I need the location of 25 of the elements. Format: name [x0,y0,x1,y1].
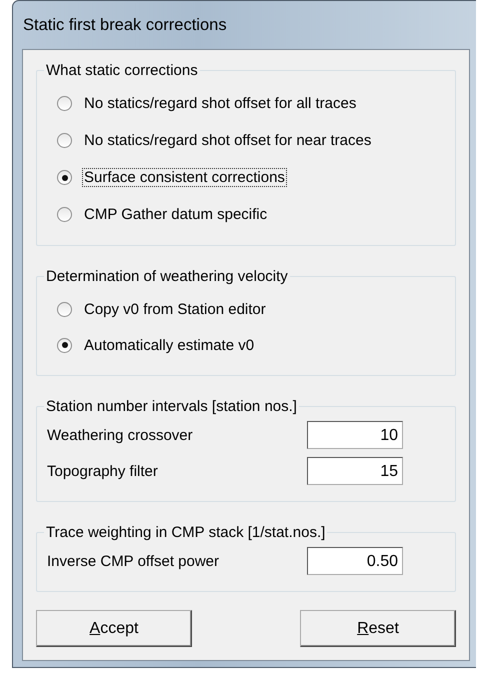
group-title: What static corrections [45,62,199,79]
field-label: Topography filter [47,462,158,480]
field-label: Inverse CMP offset power [47,552,220,570]
radio-label[interactable]: Automatically estimate v0 [82,336,256,354]
input-field[interactable]: 0.50 [307,547,403,575]
radio-button[interactable] [57,96,72,111]
radio-button[interactable] [57,170,72,185]
dialog-button[interactable]: Reset [300,610,456,647]
radio-button[interactable] [57,133,72,148]
group-title: Station number intervals [station nos.] [45,398,298,415]
window-title: Static first break corrections [23,16,227,34]
radio-button[interactable] [57,302,72,316]
radio-label[interactable]: Surface consistent corrections [82,168,287,187]
field-label: Weathering crossover [47,426,193,444]
radio-button[interactable] [57,207,72,222]
radio-label[interactable]: No statics/regard shot offset for all traces [82,94,358,113]
radio-label[interactable]: CMP Gather datum specific [82,205,270,224]
dialog-button[interactable]: Accept [36,610,192,647]
radio-button[interactable] [57,338,72,352]
group-title: Determination of weathering velocity [45,268,289,285]
radio-label[interactable]: No statics/regard shot offset for near traces [82,131,374,150]
input-field[interactable]: 15 [307,457,403,485]
radio-label[interactable]: Copy v0 from Station editor [82,300,268,318]
group-title: Trace weighting in CMP stack [1/stat.nos.] [45,524,326,541]
input-field[interactable]: 10 [307,421,403,449]
